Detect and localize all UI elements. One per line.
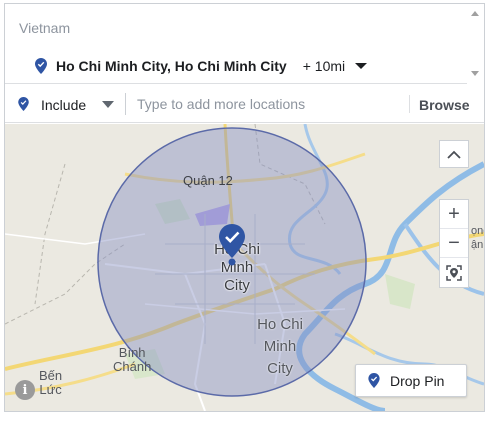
collapse-map-button[interactable]: [439, 140, 469, 168]
location-pin-marker[interactable]: [219, 224, 245, 266]
map-pin-icon: [18, 97, 29, 111]
map-pin-icon: [35, 58, 47, 74]
drop-pin-label: Drop Pin: [390, 372, 445, 389]
scroll-up-arrow-icon[interactable]: [471, 11, 479, 16]
divider: [125, 93, 126, 115]
country-heading: Vietnam: [19, 20, 71, 36]
province-label-line-3: City: [267, 360, 293, 377]
my-location-button[interactable]: [440, 258, 468, 287]
zoom-in-button[interactable]: +: [440, 200, 468, 229]
binh-label-line-1: Bình: [118, 345, 146, 360]
map-view[interactable]: Quận 12 Ho Chi Minh City Ho Chi Minh Cit…: [5, 124, 484, 411]
city-label-line-2: City: [224, 277, 250, 294]
map-label-district: Quận 12: [183, 173, 233, 188]
ben-label-line-2: Lức: [39, 382, 62, 397]
map-label-edge: ọng ận: [471, 224, 484, 252]
list-scrollbar[interactable]: [467, 4, 484, 84]
divider: [409, 95, 410, 113]
chevron-down-icon[interactable]: [102, 101, 114, 108]
drop-pin-button[interactable]: Drop Pin: [355, 364, 467, 397]
location-name: Ho Chi Minh City, Ho Chi Minh City: [56, 58, 287, 74]
map-label-binh-chanh: Bình Chánh: [113, 346, 151, 374]
chevron-down-icon: [355, 63, 368, 69]
selected-location-row[interactable]: Ho Chi Minh City, Ho Chi Minh City + 10m…: [35, 56, 368, 76]
edge-label-line-1: ọng: [471, 225, 484, 237]
ben-label-line-1: Bến: [39, 368, 63, 383]
chevron-up-icon: [447, 150, 461, 159]
map-label-province: Ho Chi Minh City: [253, 314, 307, 380]
include-mode-dropdown[interactable]: Include: [41, 97, 86, 113]
location-search-input[interactable]: [137, 94, 402, 114]
add-location-row: Include Browse: [5, 85, 484, 123]
map-label-ben-luc: Bến Lức: [39, 369, 62, 397]
map-pin-icon: [368, 373, 380, 388]
radius-dropdown[interactable]: + 10mi: [302, 58, 368, 74]
binh-label-line-2: Chánh: [113, 359, 152, 374]
selected-locations-list: Vietnam Ho Chi Minh City, Ho Chi Minh Ci…: [5, 4, 484, 84]
zoom-out-button[interactable]: −: [440, 229, 468, 258]
radius-value: + 10mi: [302, 58, 346, 74]
location-targeting-panel: Vietnam Ho Chi Minh City, Ho Chi Minh Ci…: [4, 3, 485, 412]
locate-icon: [446, 264, 462, 281]
browse-button[interactable]: Browse: [419, 97, 470, 113]
edge-label-line-2: ận: [471, 239, 484, 251]
province-label-line-2: Minh: [263, 338, 297, 355]
province-label-line-1: Ho Chi: [257, 316, 303, 333]
info-icon[interactable]: i: [15, 380, 35, 400]
zoom-controls: + −: [439, 199, 469, 288]
scroll-down-arrow-icon[interactable]: [471, 71, 479, 76]
